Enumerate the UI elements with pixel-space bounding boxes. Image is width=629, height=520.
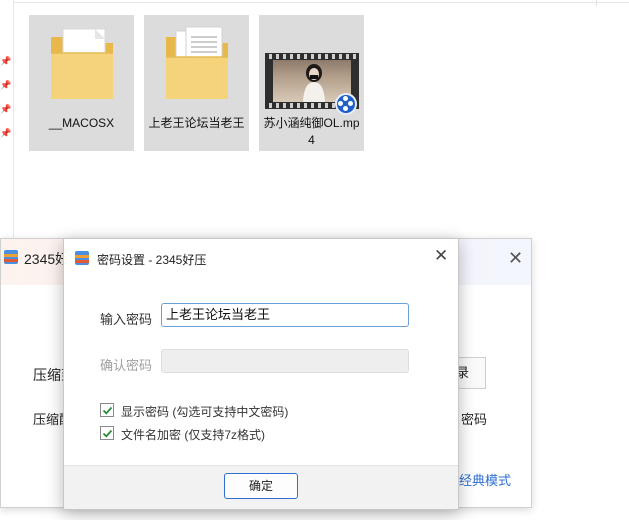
password-label: 输入密码 (100, 312, 153, 327)
explorer-top-bar (14, 0, 629, 3)
encrypt-filenames-label[interactable]: 文件名加密 (仅支持7z格式) (121, 426, 265, 443)
confirm-password-label: 确认密码 (100, 358, 153, 373)
close-icon[interactable]: ✕ (434, 246, 448, 266)
explorer-top-divider (596, 0, 597, 6)
dialog-title: 密码设置 - 2345好压 (97, 253, 207, 267)
close-icon[interactable]: ✕ (508, 248, 523, 269)
password-input[interactable]: 上老王论坛当老王 (161, 303, 409, 327)
confirm-password-input[interactable] (161, 349, 409, 373)
checkmark-icon (102, 429, 113, 438)
explorer-nav-strip: 📌 📌 📌 📌 (0, 0, 14, 240)
dialog-titlebar: 密码设置 - 2345好压 ✕ (64, 239, 458, 277)
show-password-label[interactable]: 显示密码 (勾选可支持中文密码) (121, 403, 288, 420)
file-name: __MACOSX (48, 116, 115, 130)
dialog-footer: 确定 (64, 465, 458, 509)
app-icon (75, 251, 89, 265)
classic-mode-link[interactable]: 经典模式 (459, 470, 511, 489)
file-name: 上老王论坛当老王 (148, 116, 245, 130)
app-icon (4, 250, 18, 264)
ok-button[interactable]: 确定 (224, 473, 298, 499)
file-item-macosx[interactable]: __MACOSX (29, 15, 134, 151)
folder-icon (51, 28, 113, 99)
checkmark-icon (102, 406, 113, 415)
pin-icon[interactable]: 📌 (0, 56, 11, 66)
browse-button[interactable]: 录 (456, 357, 486, 389)
pin-icon[interactable]: 📌 (0, 104, 11, 114)
file-item-folder[interactable]: 上老王论坛当老王 (144, 15, 249, 151)
file-item-video[interactable]: 苏小涵纯御OL.mp4 (259, 15, 364, 151)
password-dialog: 密码设置 - 2345好压 ✕ 输入密码 上老王论坛当老王 确认密码 显示密码 … (63, 238, 459, 510)
person-image (303, 64, 325, 102)
media-player-icon (335, 93, 357, 115)
file-name: 苏小涵纯御OL.mp4 (263, 116, 360, 147)
folder-icon (166, 26, 228, 99)
pin-icon[interactable]: 📌 (0, 80, 11, 90)
show-password-checkbox[interactable] (100, 403, 114, 417)
password-link-partial[interactable]: 密码 (461, 409, 487, 428)
pin-icon[interactable]: 📌 (0, 128, 11, 138)
encrypt-filenames-checkbox[interactable] (100, 426, 114, 440)
